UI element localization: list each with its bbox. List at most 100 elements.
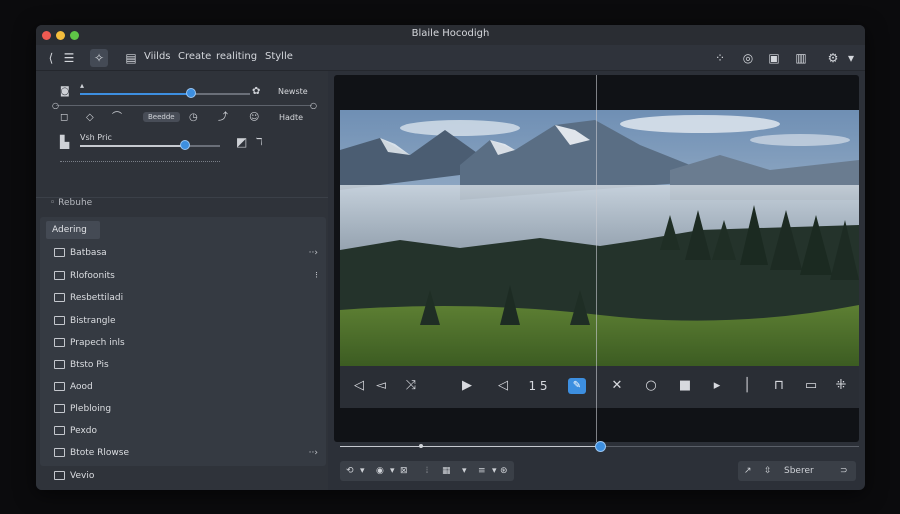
render-label[interactable]: Sberer (784, 464, 814, 478)
list-header[interactable]: Adering (46, 221, 100, 239)
item-icon (54, 471, 65, 480)
crop-icon[interactable]: ⊓ (770, 378, 788, 394)
transform-icon[interactable]: ⊠ (400, 464, 408, 478)
image-icon[interactable]: ▣ (765, 49, 783, 67)
more-icon[interactable]: ··› (309, 244, 318, 262)
row1-right-label: Newste (278, 87, 308, 96)
left-panel: ◙ ▴ ✿ Newste ○ ○ ◻ ◇ ⌒ Beedde ◷ ⤴ ☺ Hadt… (36, 71, 328, 490)
chevron-down-icon[interactable]: ▾ (390, 464, 395, 478)
list-icon[interactable]: ▥ (792, 49, 810, 67)
gear-icon[interactable]: ⚙ (824, 49, 842, 67)
tag-icon[interactable]: ⊃ (840, 464, 848, 478)
list-item[interactable]: Vevio (50, 467, 320, 485)
shuffle-icon[interactable]: ⤨ (402, 378, 420, 394)
grid-icon[interactable]: ▦ (442, 464, 451, 478)
timeline-scrubber[interactable] (334, 441, 859, 453)
menu-icon[interactable]: ☰ (60, 49, 78, 67)
edit-icon[interactable]: ✎ (568, 378, 586, 394)
list-item[interactable]: Btsto Pis (50, 356, 320, 374)
sparkle-icon[interactable]: ✧ (90, 49, 108, 67)
doc-icon[interactable]: ▤ (122, 49, 140, 67)
dotted-separator (60, 161, 220, 162)
list-item[interactable]: Resbettiladi (50, 289, 320, 307)
tag-icon[interactable]: ◇ (86, 112, 94, 124)
item-icon (54, 382, 65, 391)
slider1-knob[interactable] (186, 88, 196, 98)
app-window: Blaile Hocodigh ⟨ ☰ ✧ ▤ Viilds Create re… (36, 25, 865, 490)
lasso-icon[interactable]: ⟲ (346, 464, 354, 478)
prev-icon[interactable]: ◁ (494, 378, 512, 394)
list-item[interactable]: Bistrangle (50, 312, 320, 330)
square-icon[interactable]: ◻ (60, 112, 68, 124)
stop-icon[interactable]: ■ (676, 378, 694, 394)
curve-icon[interactable]: ⌒ (112, 112, 122, 124)
face-icon[interactable]: ☺ (249, 112, 259, 124)
slider2-label: Vsh Pric (80, 133, 112, 142)
chevron-down-icon[interactable]: ▾ (462, 464, 467, 478)
play-icon[interactable]: ▶ (458, 378, 476, 394)
align-icon[interactable]: ≡ (478, 464, 486, 478)
timeline-marker[interactable] (419, 444, 423, 448)
list-item[interactable]: Pexdo (50, 422, 320, 440)
item-icon (54, 338, 65, 347)
chevron-down-icon[interactable]: ▾ (492, 464, 497, 478)
globe-icon[interactable]: ◉ (376, 464, 384, 478)
back-arrow-icon[interactable]: ⟨ (42, 49, 60, 67)
close-icon[interactable]: ✕ (608, 378, 626, 394)
tab-realiting[interactable]: realiting (216, 51, 257, 62)
pen-icon[interactable]: ℸ (256, 137, 262, 149)
chevron-down-icon[interactable]: ▾ (360, 464, 365, 478)
ruler-icon[interactable]: ⦙ (426, 464, 428, 478)
record-icon[interactable]: ○ (642, 378, 660, 394)
item-icon (54, 293, 65, 302)
timeline-playhead[interactable] (595, 441, 606, 452)
rewind-icon[interactable]: ◁ (350, 378, 368, 394)
list-item[interactable]: Rlofoonits ⁝ (50, 267, 320, 285)
palette-icon[interactable]: ✿ (252, 86, 260, 98)
snap-icon[interactable]: ⊛ (500, 464, 508, 478)
section-label: ◦ Rebuhe (50, 198, 93, 208)
camera-icon[interactable]: ◙ (60, 86, 70, 98)
layer-list: Adering Batbasa ··› Rlofoonits ⁝ Resbettil… (40, 217, 326, 466)
item-icon (54, 360, 65, 369)
tab-viilds[interactable]: Viilds (144, 51, 171, 62)
chart-icon[interactable]: ◩ (236, 136, 247, 148)
caption-icon[interactable]: ▭ (802, 378, 820, 394)
range-end-icon[interactable]: ○ (310, 100, 317, 112)
more-icon[interactable]: ⁝ (315, 267, 318, 285)
slider2-knob[interactable] (180, 140, 190, 150)
next-icon[interactable]: ▸ (708, 378, 726, 394)
item-icon (54, 316, 65, 325)
more-icon[interactable]: ··› (309, 444, 318, 462)
landscape-svg (340, 110, 859, 366)
window-title: Blaile Hocodigh (411, 28, 490, 39)
item-icon (54, 271, 65, 280)
list-item[interactable]: Plebloing (50, 400, 320, 418)
list-item[interactable]: Aood (50, 378, 320, 396)
toolbar: ⟨ ☰ ✧ ▤ Viilds Create realiting Stylle ⁘… (36, 45, 865, 71)
step-back-icon[interactable]: ◅ (372, 378, 390, 394)
grid-icon[interactable]: ⁘ (711, 49, 729, 67)
landscape-image (340, 110, 859, 366)
tab-create[interactable]: Create (178, 51, 211, 62)
list-item[interactable]: Btote Rlowse ··› (50, 444, 320, 462)
range-start-icon[interactable]: ○ (52, 100, 59, 112)
marker-icon[interactable]: │ (738, 378, 756, 394)
list-item[interactable]: Prapech inls (50, 334, 320, 352)
brush-icon[interactable]: ⤴ (218, 112, 228, 124)
list-item[interactable]: Batbasa ··› (50, 244, 320, 262)
export-tools: ↗ ⇳ Sberer ⊃ (738, 461, 856, 481)
range-track[interactable] (56, 105, 312, 106)
item-icon (54, 448, 65, 457)
slider1-fill (80, 93, 191, 95)
share-icon[interactable]: ↗ (744, 464, 752, 478)
chevron-down-icon[interactable]: ▾ (842, 49, 860, 67)
histogram-icon[interactable]: ▙ (60, 136, 69, 148)
tab-stylle[interactable]: Stylle (265, 51, 293, 62)
mode-pill[interactable]: Beedde (143, 112, 180, 122)
circle-icon[interactable]: ◎ (739, 49, 757, 67)
size-icon[interactable]: ⇳ (764, 464, 772, 478)
more-icon[interactable]: ⁜ (832, 378, 850, 394)
compare-divider[interactable] (596, 75, 597, 442)
timer-icon[interactable]: ◷ (189, 112, 198, 124)
